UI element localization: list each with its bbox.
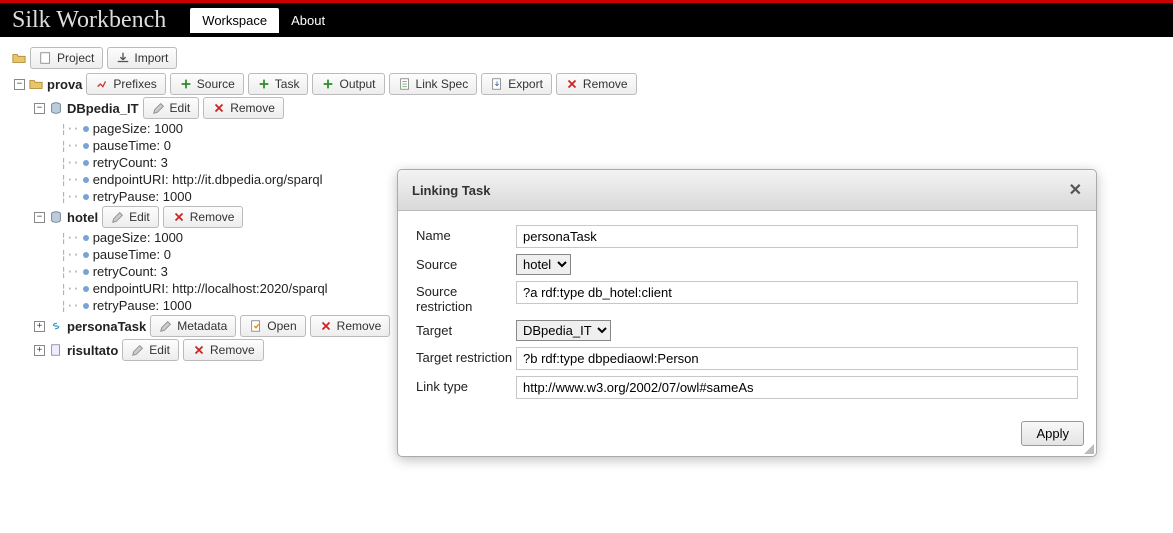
- metadata-button[interactable]: Metadata: [150, 315, 236, 337]
- source-name: DBpedia_IT: [67, 101, 139, 116]
- link-type-input[interactable]: [516, 376, 1078, 399]
- app-header: Silk Workbench Workspace About: [0, 0, 1173, 37]
- tree-toggle[interactable]: −: [34, 212, 45, 223]
- import-button[interactable]: Import: [107, 47, 177, 69]
- label-target-restriction: Target restriction: [416, 347, 516, 365]
- property-text: retryCount: 3: [93, 264, 168, 279]
- project-icon: [29, 77, 43, 91]
- bullet-icon: [83, 235, 89, 241]
- property-text: endpointURI: http://localhost:2020/sparq…: [93, 281, 328, 296]
- open-button[interactable]: Open: [240, 315, 305, 337]
- bullet-icon: [83, 303, 89, 309]
- database-icon: [49, 101, 63, 115]
- bullet-icon: [83, 252, 89, 258]
- label-source-restriction: Source restriction: [416, 281, 516, 314]
- link-icon: [49, 319, 63, 333]
- project-name: prova: [47, 77, 82, 92]
- label-link-type: Link type: [416, 376, 516, 394]
- tab-about[interactable]: About: [279, 8, 337, 33]
- property-text: pauseTime: 0: [93, 138, 171, 153]
- apply-button[interactable]: Apply: [1021, 421, 1084, 446]
- property-row: ¦··pauseTime: 0: [12, 138, 1161, 153]
- property-text: pauseTime: 0: [93, 247, 171, 262]
- property-text: pageSize: 1000: [93, 121, 183, 136]
- tab-workspace[interactable]: Workspace: [190, 8, 279, 33]
- prefixes-button[interactable]: Prefixes: [86, 73, 165, 95]
- remove-source-button[interactable]: Remove: [203, 97, 284, 119]
- edit-source-button[interactable]: Edit: [102, 206, 159, 228]
- label-source: Source: [416, 254, 516, 272]
- bullet-icon: [83, 143, 89, 149]
- database-icon: [49, 210, 63, 224]
- export-button[interactable]: Export: [481, 73, 552, 95]
- source-restriction-input[interactable]: [516, 281, 1078, 304]
- tree-toggle[interactable]: +: [34, 321, 45, 332]
- bullet-icon: [83, 177, 89, 183]
- bullet-icon: [83, 160, 89, 166]
- label-target: Target: [416, 320, 516, 338]
- edit-result-button[interactable]: Edit: [122, 339, 179, 361]
- edit-source-button[interactable]: Edit: [143, 97, 200, 119]
- result-name: risultato: [67, 343, 118, 358]
- task-name: personaTask: [67, 319, 146, 334]
- label-name: Name: [416, 225, 516, 243]
- add-output-button[interactable]: Output: [312, 73, 384, 95]
- add-source-button[interactable]: Source: [170, 73, 244, 95]
- target-select[interactable]: DBpedia_IT: [516, 320, 611, 341]
- property-text: pageSize: 1000: [93, 230, 183, 245]
- source-select[interactable]: hotel: [516, 254, 571, 275]
- close-icon[interactable]: ✕: [1069, 180, 1082, 200]
- property-text: endpointURI: http://it.dbpedia.org/sparq…: [93, 172, 323, 187]
- folder-icon: [12, 51, 26, 65]
- tree-toggle[interactable]: −: [34, 103, 45, 114]
- resize-handle[interactable]: [1082, 442, 1094, 454]
- bullet-icon: [83, 126, 89, 132]
- remove-task-button[interactable]: Remove: [310, 315, 391, 337]
- tree-toggle[interactable]: +: [34, 345, 45, 356]
- property-text: retryPause: 1000: [93, 298, 192, 313]
- bullet-icon: [83, 194, 89, 200]
- linking-task-dialog: Linking Task ✕ Name Source hotel Source …: [397, 169, 1097, 457]
- property-row: ¦··retryCount: 3: [12, 155, 1161, 170]
- property-text: retryCount: 3: [93, 155, 168, 170]
- linkspec-button[interactable]: Link Spec: [389, 73, 478, 95]
- bullet-icon: [83, 269, 89, 275]
- source-name: hotel: [67, 210, 98, 225]
- app-title: Silk Workbench: [12, 7, 166, 34]
- property-text: retryPause: 1000: [93, 189, 192, 204]
- name-input[interactable]: [516, 225, 1078, 248]
- remove-project-button[interactable]: Remove: [556, 73, 637, 95]
- add-task-button[interactable]: Task: [248, 73, 309, 95]
- tree-toggle[interactable]: −: [14, 79, 25, 90]
- dialog-title: Linking Task: [412, 183, 491, 198]
- target-restriction-input[interactable]: [516, 347, 1078, 370]
- project-button[interactable]: Project: [30, 47, 103, 69]
- bullet-icon: [83, 286, 89, 292]
- file-icon: [49, 343, 63, 357]
- remove-source-button[interactable]: Remove: [163, 206, 244, 228]
- property-row: ¦··pageSize: 1000: [12, 121, 1161, 136]
- remove-result-button[interactable]: Remove: [183, 339, 264, 361]
